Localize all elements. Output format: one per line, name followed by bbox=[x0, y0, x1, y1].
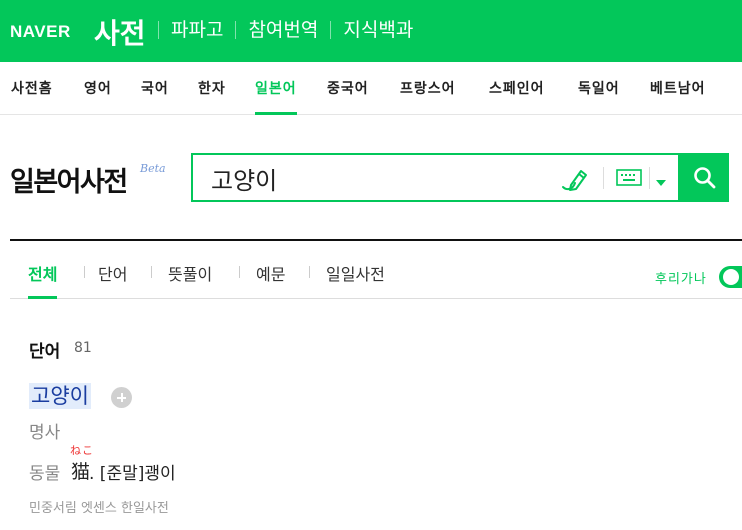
dict-nav-french[interactable]: 프랑스어 bbox=[400, 78, 456, 115]
searchbox-divider bbox=[649, 167, 650, 189]
meaning-text: . [준말]괭이 bbox=[89, 464, 176, 484]
dict-nav-german[interactable]: 독일어 bbox=[578, 78, 620, 115]
beta-badge: Beta bbox=[140, 162, 166, 175]
dict-nav-home[interactable]: 사전홈 bbox=[11, 78, 53, 115]
meaning-category: 동물 bbox=[29, 464, 61, 484]
dictionary-nav: 사전홈 영어 국어 한자 일본어 중국어 프랑스어 스페인어 독일어 베트남어 bbox=[0, 62, 742, 115]
search-icon bbox=[694, 167, 716, 189]
tab-separator bbox=[151, 266, 152, 278]
search-button[interactable] bbox=[680, 153, 729, 202]
tab-separator bbox=[309, 266, 310, 278]
part-of-speech: 명사 bbox=[29, 423, 61, 443]
naver-logo[interactable]: NAVER bbox=[10, 22, 71, 42]
result-tabs: 전체 단어 뜻풀이 예문 일일사전 후리가나 bbox=[10, 241, 742, 299]
handwriting-pen-icon[interactable] bbox=[559, 165, 589, 193]
service-title[interactable]: 사전 bbox=[94, 12, 146, 52]
tab-separator bbox=[84, 266, 85, 278]
meaning-kanji[interactable]: 猫 bbox=[71, 457, 90, 484]
search-box bbox=[191, 153, 680, 202]
dict-nav-japanese[interactable]: 일본어 bbox=[255, 78, 297, 115]
dict-nav-spanish[interactable]: 스페인어 bbox=[489, 78, 545, 115]
top-link-participation-translation[interactable]: 참여번역 bbox=[236, 17, 330, 43]
tab-all[interactable]: 전체 bbox=[28, 261, 58, 299]
tab-words[interactable]: 단어 bbox=[98, 261, 127, 299]
dropdown-arrow-icon[interactable] bbox=[655, 173, 667, 186]
tab-definitions[interactable]: 뜻풀이 bbox=[168, 261, 212, 299]
top-link-papago[interactable]: 파파고 bbox=[159, 17, 235, 43]
furigana-toggle[interactable] bbox=[719, 266, 742, 288]
dict-nav-vietnamese[interactable]: 베트남어 bbox=[650, 78, 706, 115]
dict-nav-english[interactable]: 영어 bbox=[84, 78, 112, 115]
top-header: NAVER 사전 파파고 참여번역 지식백과 bbox=[0, 0, 742, 62]
tab-japanese-japanese[interactable]: 일일사전 bbox=[326, 261, 385, 299]
dictionary-title[interactable]: 일본어사전 bbox=[10, 160, 128, 199]
search-input[interactable] bbox=[211, 162, 551, 194]
section-title: 단어 bbox=[29, 342, 61, 362]
tab-examples[interactable]: 예문 bbox=[256, 261, 285, 299]
entry-word-link[interactable]: 고양이 bbox=[29, 383, 91, 409]
furigana-ruby: ねこ bbox=[70, 444, 94, 457]
keyboard-icon[interactable] bbox=[615, 167, 643, 189]
section-count: 81 bbox=[74, 340, 92, 356]
dictionary-source[interactable]: 민중서림 엣센스 한일사전 bbox=[29, 497, 169, 516]
dict-nav-korean[interactable]: 국어 bbox=[141, 78, 169, 115]
dict-nav-hanja[interactable]: 한자 bbox=[198, 78, 226, 115]
toggle-knob bbox=[723, 269, 739, 285]
furigana-label: 후리가나 bbox=[655, 272, 707, 287]
tab-separator bbox=[239, 266, 240, 278]
dict-nav-chinese[interactable]: 중국어 bbox=[327, 78, 369, 115]
searchbox-divider bbox=[603, 167, 604, 189]
top-links: 파파고 참여번역 지식백과 bbox=[158, 17, 425, 43]
top-link-knowledge-encyclopedia[interactable]: 지식백과 bbox=[331, 17, 425, 43]
add-to-wordbook-icon[interactable] bbox=[111, 387, 132, 408]
